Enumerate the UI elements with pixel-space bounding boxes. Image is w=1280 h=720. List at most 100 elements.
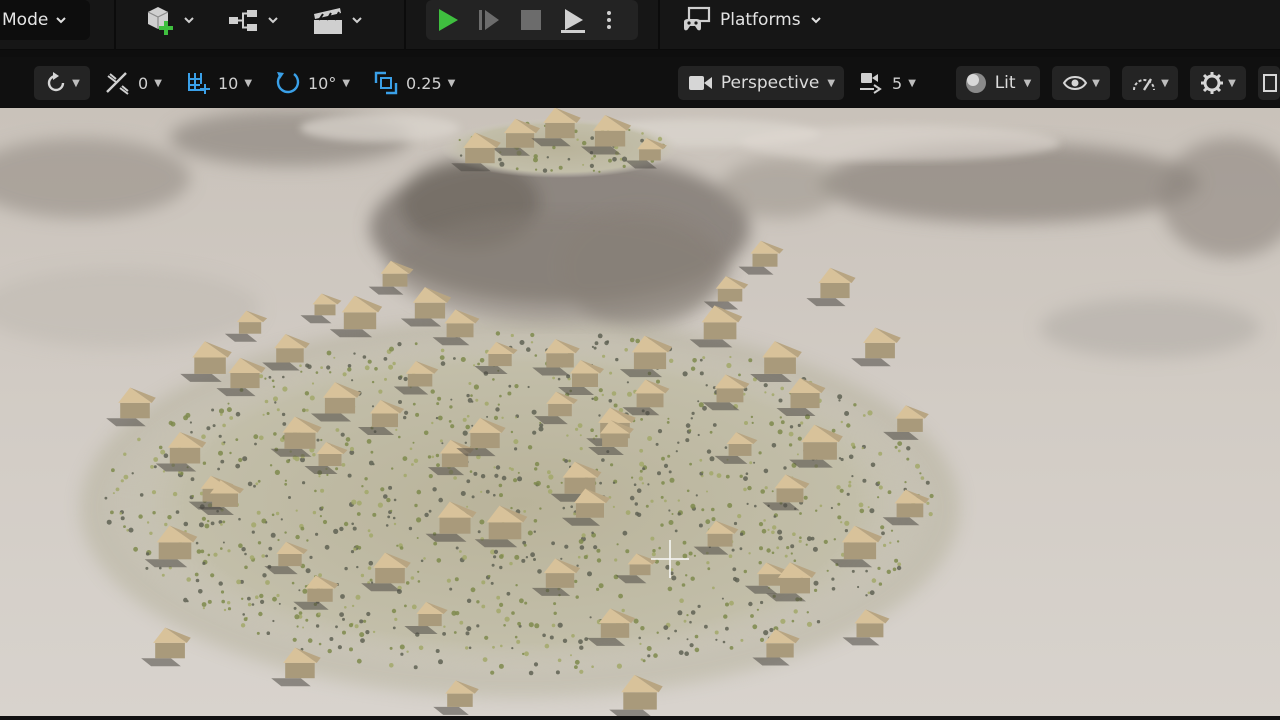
foliage-clump [220, 459, 225, 464]
foliage-clump [599, 481, 602, 485]
add-actor-button[interactable] [144, 4, 196, 36]
foliage-clump [590, 428, 594, 433]
foliage-clump [800, 421, 804, 425]
foliage-clump [929, 493, 934, 499]
foliage-clump [466, 626, 472, 632]
foliage-clump [915, 463, 920, 469]
mode-dropdown[interactable]: Mode [0, 0, 90, 40]
foliage-clump [266, 412, 270, 415]
viewport-settings-dropdown[interactable]: ▼ [1190, 66, 1246, 100]
show-flags-dropdown[interactable]: ▼ [1052, 66, 1110, 100]
foliage-clump [299, 364, 302, 368]
foliage-clump [194, 572, 199, 577]
foliage-clump [897, 449, 901, 453]
foliage-clump [763, 383, 768, 388]
transform-mode-button[interactable]: ▼ [34, 66, 90, 100]
foliage-clump [342, 630, 346, 635]
foliage-clump [758, 561, 762, 565]
foliage-clump [576, 138, 579, 141]
foliage-clump [626, 381, 630, 384]
foliage-clump [414, 503, 418, 508]
foliage-clump [514, 635, 518, 639]
foliage-clump [527, 530, 533, 536]
foliage-clump [318, 475, 321, 478]
foliage-clump [674, 629, 677, 633]
foliage-clump [711, 517, 716, 522]
foliage-clump [163, 453, 169, 459]
stop-button[interactable] [510, 0, 552, 40]
foliage-clump [595, 434, 598, 438]
view-mode-dropdown[interactable]: Perspective ▼ [678, 66, 844, 100]
maximize-viewport-button[interactable] [1258, 66, 1280, 100]
foliage-clump [403, 473, 407, 478]
play-button[interactable] [426, 0, 468, 40]
foliage-clump [878, 451, 883, 456]
foliage-clump [796, 453, 799, 456]
foliage-clump [436, 463, 440, 467]
foliage-clump [329, 371, 332, 374]
more-options-icon[interactable] [594, 11, 624, 29]
foliage-clump [294, 614, 300, 620]
foliage-clump [606, 340, 610, 344]
foliage-clump [364, 365, 370, 371]
foliage-clump [763, 468, 769, 474]
foliage-clump [218, 408, 225, 414]
foliage-clump [284, 479, 287, 482]
foliage-clump [712, 586, 715, 590]
foliage-clump [666, 421, 670, 424]
advance-frame-button[interactable] [468, 0, 510, 40]
foliage-clump [701, 471, 704, 474]
foliage-clump [202, 607, 205, 610]
foliage-clump [438, 497, 444, 503]
foliage-clump [398, 435, 401, 439]
foliage-clump [544, 643, 550, 649]
lighting-mode-dropdown[interactable]: Lit ▼ [956, 66, 1040, 100]
foliage-clump [435, 649, 440, 653]
scale-snap-toggle[interactable]: 0.25 ▼ [372, 66, 455, 100]
level-viewport[interactable] [0, 108, 1280, 716]
foliage-clump [244, 565, 248, 570]
scalability-dropdown[interactable]: ▼ [1122, 66, 1178, 100]
grid-snap-toggle[interactable]: 10 ▼ [186, 66, 252, 100]
foliage-clump [745, 472, 749, 476]
camera-speed-dropdown[interactable]: 5 ▼ [858, 66, 916, 100]
foliage-clump [410, 576, 415, 580]
foliage-clump [748, 358, 753, 363]
foliage-clump [499, 565, 503, 570]
foliage-clump [406, 650, 409, 653]
foliage-clump [150, 465, 154, 469]
foliage-clump [466, 414, 470, 418]
foliage-clump [652, 549, 656, 553]
foliage-clump [251, 530, 255, 534]
blueprint-button[interactable] [228, 4, 280, 36]
foliage-clump [608, 158, 612, 163]
foliage-clump [400, 652, 404, 656]
foliage-clump [697, 400, 700, 403]
chevron-down-icon: ▼ [1023, 77, 1032, 89]
foliage-clump [496, 608, 501, 614]
foliage-clump [521, 558, 526, 563]
rotation-snap-toggle[interactable]: 10° ▼ [274, 66, 350, 100]
translate-snap-toggle[interactable]: 0 ▼ [104, 66, 162, 100]
foliage-clump [167, 515, 172, 520]
foliage-clump [253, 434, 259, 440]
platforms-dropdown[interactable]: Platforms [682, 4, 823, 36]
eject-button[interactable] [552, 0, 594, 40]
foliage-clump [553, 611, 557, 615]
foliage-clump [296, 625, 299, 628]
foliage-clump [265, 554, 268, 558]
foliage-clump [692, 358, 697, 363]
foliage-clump [212, 424, 216, 428]
foliage-clump [668, 509, 671, 512]
foliage-clump [449, 405, 453, 409]
foliage-clump [848, 480, 852, 484]
foliage-clump [573, 512, 577, 516]
foliage-clump [618, 593, 623, 599]
foliage-clump [172, 491, 178, 497]
foliage-clump [329, 637, 334, 641]
foliage-clump [475, 398, 479, 402]
foliage-clump [106, 519, 112, 525]
foliage-clump [288, 496, 291, 499]
foliage-clump [416, 489, 422, 495]
cinematics-button[interactable] [312, 4, 364, 36]
